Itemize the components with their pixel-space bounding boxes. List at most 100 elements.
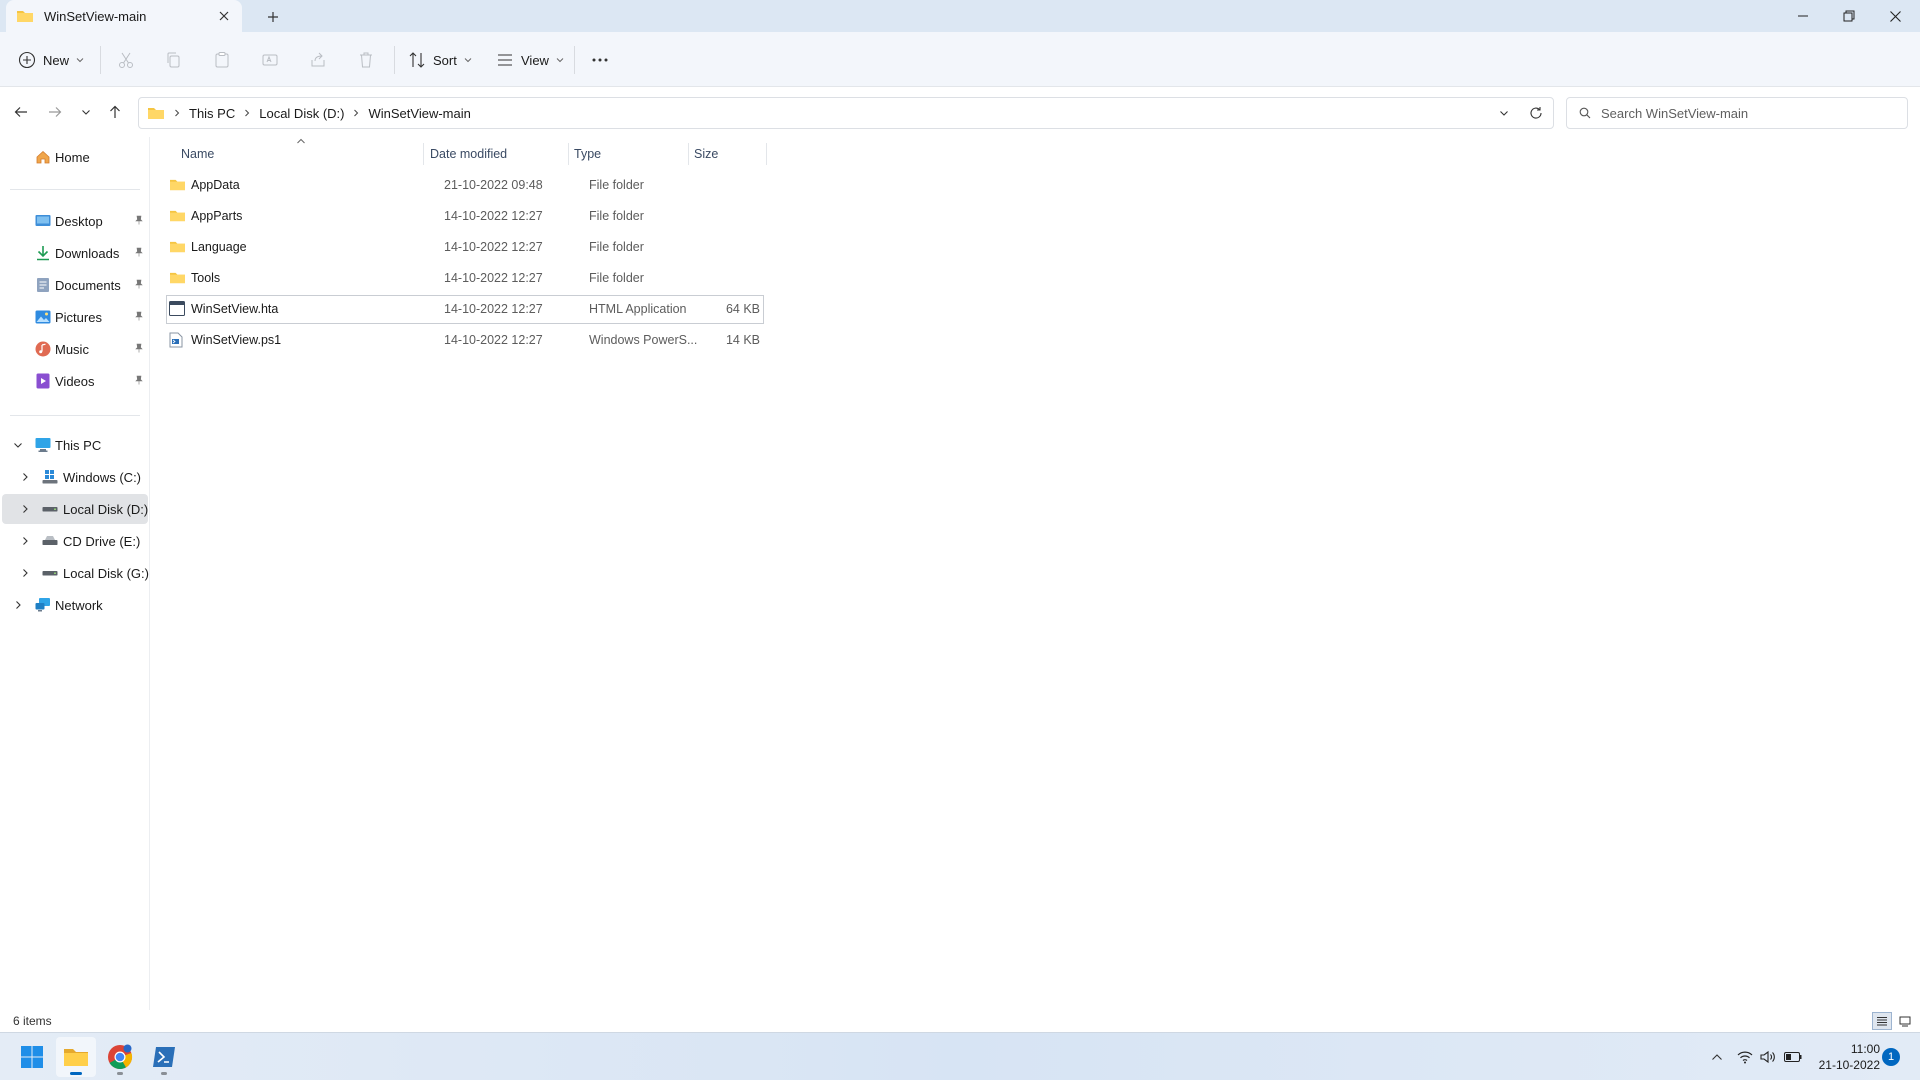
home-icon	[34, 148, 52, 166]
chevron-down-icon[interactable]	[11, 438, 25, 452]
more-options-icon[interactable]	[584, 44, 616, 76]
sidebar-item-videos[interactable]: Videos	[2, 366, 148, 396]
file-type: File folder	[589, 178, 644, 192]
clock-time: 11:00	[1850, 1042, 1880, 1056]
drive-icon	[41, 500, 59, 518]
sidebar-item-label: This PC	[55, 437, 102, 453]
pin-icon[interactable]	[134, 343, 144, 353]
close-window-icon[interactable]	[1872, 0, 1918, 32]
file-type: File folder	[589, 209, 644, 223]
breadcrumb-local-disk-d[interactable]: Local Disk (D:)	[259, 106, 344, 121]
sidebar-item-network[interactable]: Network	[2, 590, 148, 620]
delete-icon[interactable]	[350, 44, 382, 76]
file-name: WinSetView.hta	[191, 302, 279, 316]
start-button[interactable]	[12, 1037, 52, 1077]
sidebar-item-this-pc[interactable]: This PC	[2, 430, 148, 460]
recent-locations-chevron-icon[interactable]	[71, 97, 101, 127]
column-divider[interactable]	[568, 143, 569, 165]
file-row-appdata[interactable]: AppData 21-10-2022 09:48 File folder	[166, 171, 764, 200]
column-header-size[interactable]: Size	[694, 137, 718, 171]
breadcrumb-winsetview-main[interactable]: WinSetView-main	[368, 106, 470, 121]
large-icons-view-icon[interactable]	[1895, 1012, 1915, 1030]
address-bar[interactable]: This PC Local Disk (D:) WinSetView-main	[138, 97, 1554, 129]
rename-icon[interactable]	[254, 44, 286, 76]
chevron-right-icon[interactable]	[243, 109, 251, 117]
column-divider[interactable]	[688, 143, 689, 165]
column-header-date-modified[interactable]: Date modified	[430, 137, 507, 171]
breadcrumb-this-pc[interactable]: This PC	[189, 106, 235, 121]
chevron-right-icon[interactable]	[11, 598, 25, 612]
sidebar-item-desktop[interactable]: Desktop	[2, 206, 148, 236]
cut-icon[interactable]	[110, 44, 142, 76]
notification-badge[interactable]: 1	[1882, 1048, 1900, 1066]
sidebar-item-label: CD Drive (E:)	[63, 533, 141, 549]
taskbar-powershell[interactable]	[144, 1037, 184, 1077]
chevron-right-icon[interactable]	[18, 534, 32, 548]
show-hidden-icons-chevron-icon[interactable]	[1707, 1047, 1727, 1067]
folder-icon	[169, 270, 186, 285]
minimize-icon[interactable]	[1780, 0, 1826, 32]
taskbar-chrome[interactable]	[100, 1037, 140, 1077]
search-input[interactable]	[1601, 105, 1891, 121]
up-arrow-icon[interactable]	[100, 97, 130, 127]
pin-icon[interactable]	[134, 279, 144, 289]
restore-icon[interactable]	[1826, 0, 1872, 32]
column-header-name[interactable]: Name	[181, 137, 214, 171]
active-indicator	[70, 1072, 82, 1075]
back-arrow-icon[interactable]	[6, 97, 36, 127]
column-header-type[interactable]: Type	[574, 137, 601, 171]
sort-button[interactable]: Sort	[408, 44, 472, 76]
wifi-icon[interactable]	[1735, 1047, 1755, 1067]
sidebar-item-downloads[interactable]: Downloads	[2, 238, 148, 268]
chevron-right-icon[interactable]	[18, 502, 32, 516]
new-button[interactable]: New	[18, 44, 84, 76]
volume-icon[interactable]	[1758, 1047, 1778, 1067]
tab-winsetview-main[interactable]: WinSetView-main	[6, 0, 242, 32]
taskbar-file-explorer[interactable]	[56, 1037, 96, 1077]
chevron-right-icon[interactable]	[352, 109, 360, 117]
item-count: 6 items	[13, 1014, 52, 1028]
pin-icon[interactable]	[134, 247, 144, 257]
file-row-winsetview-hta[interactable]: WinSetView.hta 14-10-2022 12:27 HTML App…	[166, 295, 764, 324]
chevron-right-icon[interactable]	[18, 470, 32, 484]
search-box[interactable]	[1566, 97, 1908, 129]
pictures-icon	[34, 308, 52, 326]
new-tab-plus-icon[interactable]	[262, 6, 284, 28]
paste-icon[interactable]	[206, 44, 238, 76]
column-divider[interactable]	[766, 143, 767, 165]
refresh-icon[interactable]	[1529, 106, 1543, 120]
folder-icon	[169, 208, 186, 223]
file-row-appparts[interactable]: AppParts 14-10-2022 12:27 File folder	[166, 202, 764, 231]
toolbar-divider	[100, 46, 101, 74]
sidebar-item-local-disk-g[interactable]: Local Disk (G:)	[2, 558, 149, 588]
sidebar-item-home[interactable]: Home	[2, 142, 148, 172]
file-date: 14-10-2022 12:27	[444, 302, 543, 316]
chevron-right-icon[interactable]	[18, 566, 32, 580]
pin-icon[interactable]	[134, 375, 144, 385]
copy-icon[interactable]	[158, 44, 190, 76]
pin-icon[interactable]	[134, 311, 144, 321]
file-name: AppParts	[191, 209, 243, 223]
share-icon[interactable]	[302, 44, 334, 76]
details-view-icon[interactable]	[1872, 1012, 1892, 1030]
forward-arrow-icon[interactable]	[40, 97, 70, 127]
sidebar-item-documents[interactable]: Documents	[2, 270, 148, 300]
file-row-winsetview-ps1[interactable]: WinSetView.ps1 14-10-2022 12:27 Windows …	[166, 326, 764, 355]
sidebar-item-pictures[interactable]: Pictures	[2, 302, 148, 332]
address-history-chevron-icon[interactable]	[1499, 108, 1509, 118]
tab-close-icon[interactable]	[214, 6, 234, 26]
file-size: 64 KB	[725, 302, 760, 316]
sidebar-item-windows-c[interactable]: Windows (C:)	[2, 462, 148, 492]
sidebar-item-music[interactable]: Music	[2, 334, 148, 364]
pin-icon[interactable]	[134, 215, 144, 225]
sidebar-item-cd-drive-e[interactable]: CD Drive (E:)	[2, 526, 148, 556]
file-row-tools[interactable]: Tools 14-10-2022 12:27 File folder	[166, 264, 764, 293]
title-bar: WinSetView-main	[0, 0, 1920, 32]
view-button[interactable]: View	[496, 44, 564, 76]
system-clock[interactable]: 11:00 21-10-2022	[1806, 1041, 1880, 1073]
sidebar-item-local-disk-d[interactable]: Local Disk (D:)	[2, 494, 148, 524]
column-divider[interactable]	[423, 143, 424, 165]
file-row-language[interactable]: Language 14-10-2022 12:27 File folder	[166, 233, 764, 262]
battery-icon[interactable]	[1783, 1047, 1803, 1067]
sidebar-item-label: Home	[55, 149, 90, 165]
